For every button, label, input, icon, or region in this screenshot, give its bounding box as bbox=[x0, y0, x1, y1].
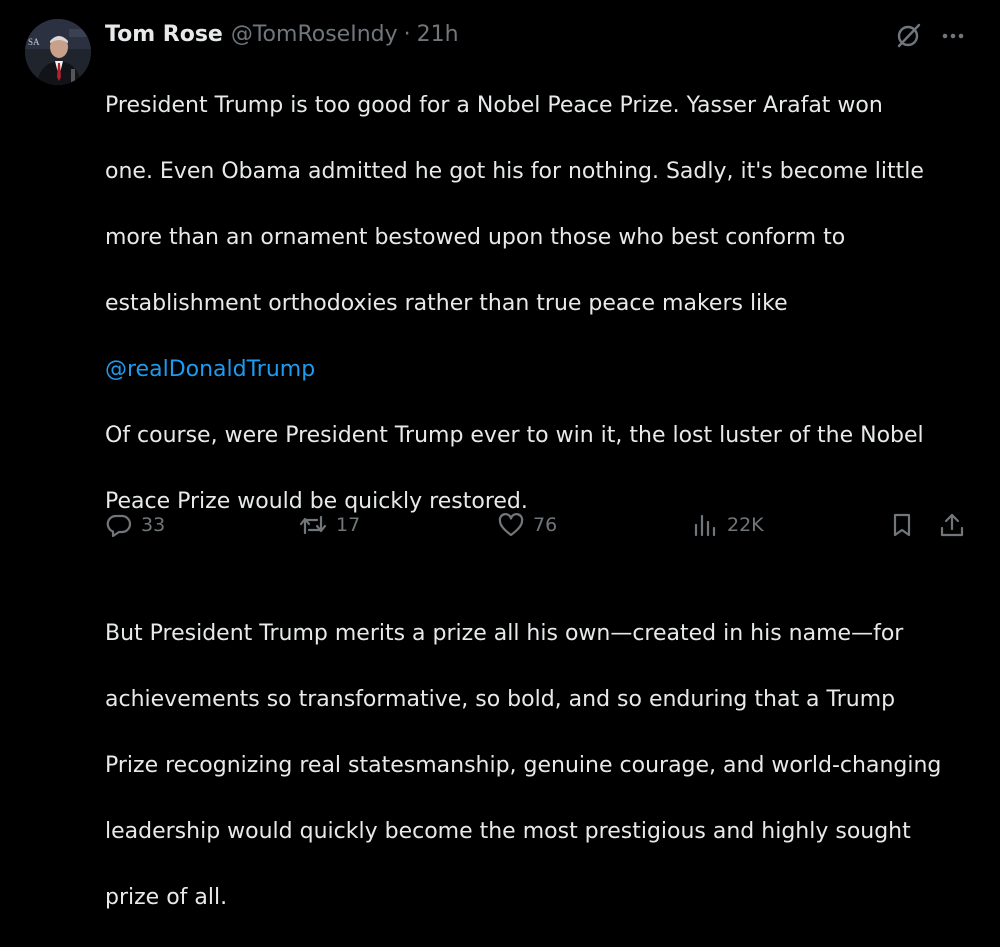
post-text: President Trump is too good for a Nobel … bbox=[105, 56, 985, 947]
post-line: establishment orthodoxies rather than tr… bbox=[105, 291, 788, 316]
post-timestamp[interactable]: 21h bbox=[417, 20, 459, 50]
profile-photo-icon: SA bbox=[25, 19, 91, 85]
mention-link[interactable]: @realDonaldTrump bbox=[105, 353, 985, 386]
views-icon bbox=[694, 514, 716, 537]
reply-icon bbox=[106, 514, 132, 538]
author-handle[interactable]: @TomRoseIndy bbox=[231, 20, 398, 50]
repost-button[interactable]: 17 bbox=[298, 505, 360, 545]
author-display-name[interactable]: Tom Rose bbox=[105, 20, 223, 50]
avatar[interactable]: SA bbox=[25, 19, 91, 85]
bookmark-icon bbox=[893, 513, 911, 537]
post-line: But President Trump merits a prize all h… bbox=[105, 621, 904, 646]
reply-count: 33 bbox=[141, 514, 166, 536]
views-button[interactable]: 22K bbox=[691, 505, 764, 545]
post-header: Tom Rose @TomRoseIndy · 21h bbox=[105, 20, 459, 50]
grok-icon[interactable] bbox=[893, 21, 923, 51]
reply-button[interactable]: 33 bbox=[105, 505, 165, 545]
header-separator: · bbox=[403, 22, 411, 47]
share-button[interactable] bbox=[938, 505, 966, 545]
post-line: leadership would quickly become the most… bbox=[105, 819, 911, 844]
post-line: Of course, were President Trump ever to … bbox=[105, 423, 924, 448]
bookmark-button[interactable] bbox=[888, 505, 916, 545]
more-icon[interactable] bbox=[938, 21, 968, 51]
post-line: one. Even Obama admitted he got his for … bbox=[105, 159, 924, 184]
repost-icon bbox=[299, 515, 327, 535]
post-line: President Trump is too good for a Nobel … bbox=[105, 93, 883, 118]
like-count: 76 bbox=[533, 514, 558, 536]
views-count: 22K bbox=[727, 514, 764, 536]
share-icon bbox=[940, 513, 964, 537]
like-button[interactable]: 76 bbox=[497, 505, 557, 545]
post-line: prize of all. bbox=[105, 885, 228, 910]
heart-icon bbox=[498, 513, 524, 537]
action-bar: 33 17 76 22K bbox=[0, 505, 1000, 545]
post-line: achievements so transformative, so bold,… bbox=[105, 687, 896, 712]
post[interactable]: SA Tom Rose @TomRoseIndy · 21h President… bbox=[0, 0, 1000, 910]
post-line: more than an ornament bestowed upon thos… bbox=[105, 225, 846, 250]
paragraph-break bbox=[105, 551, 985, 584]
post-line: Prize recognizing real statesmanship, ge… bbox=[105, 753, 942, 778]
svg-text:SA: SA bbox=[28, 37, 40, 47]
repost-count: 17 bbox=[336, 514, 361, 536]
